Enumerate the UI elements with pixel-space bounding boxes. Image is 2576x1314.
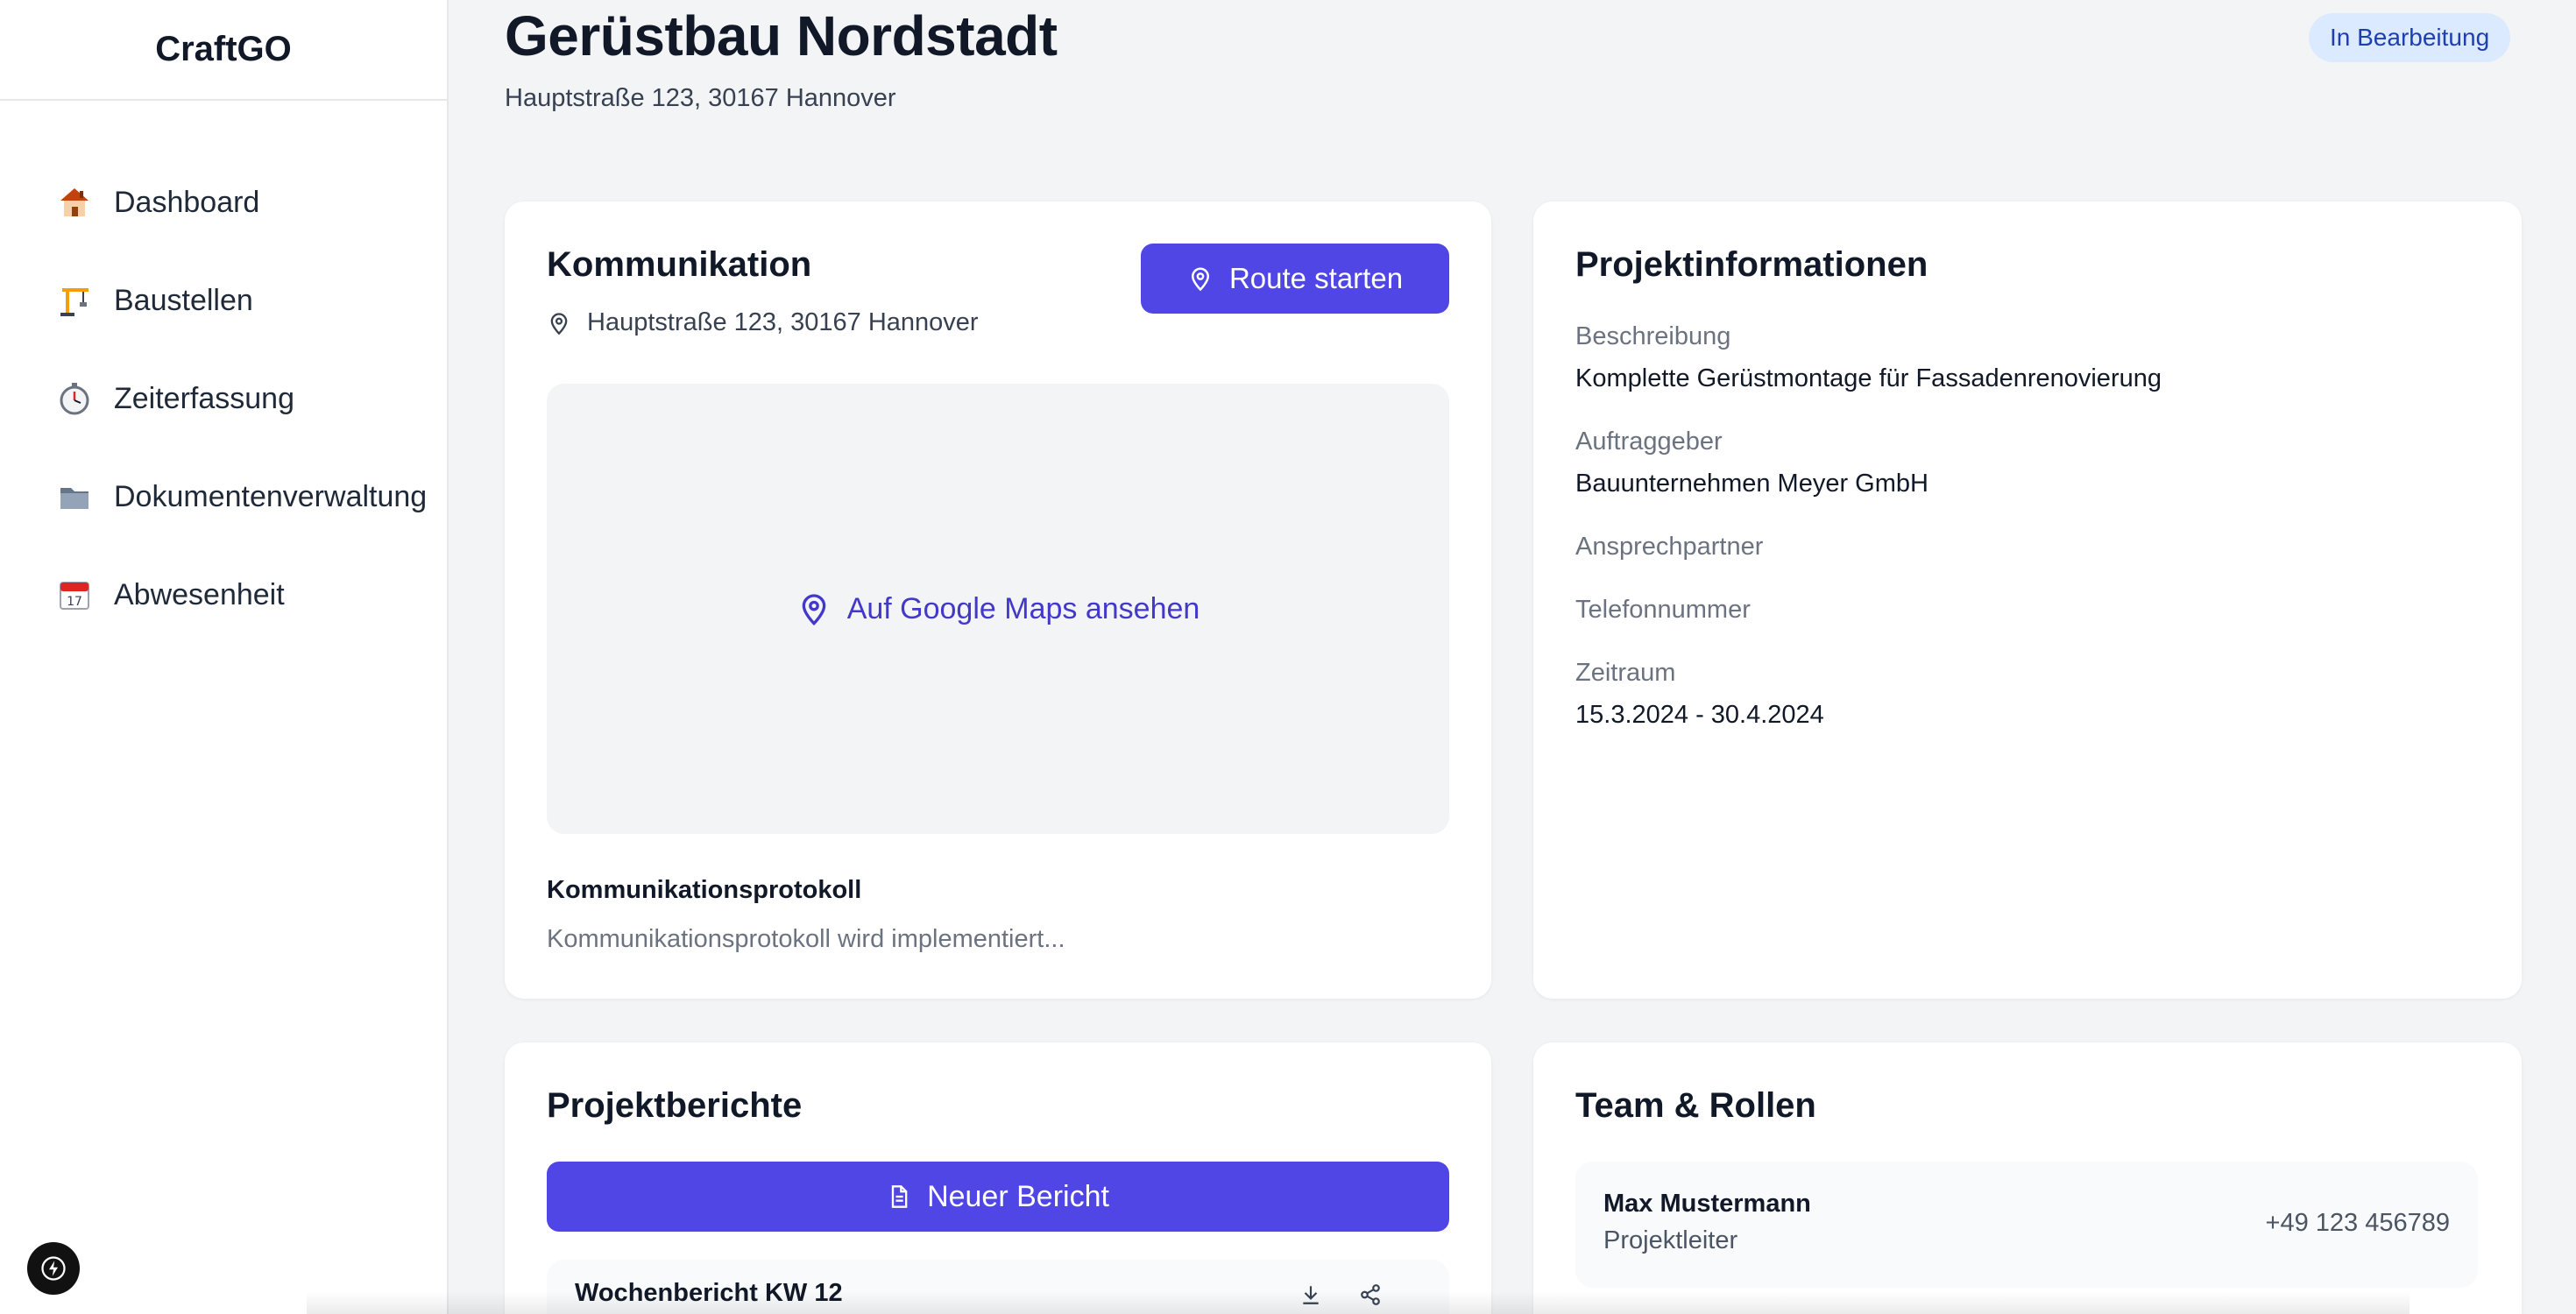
- sidebar-item-label: Abwesenheit: [114, 577, 285, 611]
- svg-text:17: 17: [67, 595, 82, 609]
- map-pin-icon: [802, 594, 826, 626]
- sidebar-item-dokumentenverwaltung[interactable]: Dokumentenverwaltung: [0, 448, 447, 546]
- lightning-icon: [41, 1256, 66, 1281]
- crane-icon: [54, 280, 95, 321]
- sidebar-item-label: Dashboard: [114, 185, 260, 219]
- sidebar-nav: Dashboard Baustellen Zeiterfassung Dokum…: [0, 101, 447, 644]
- info-value-period: 15.3.2024 - 30.4.2024: [1575, 701, 1824, 729]
- sidebar-item-label: Dokumentenverwaltung: [114, 479, 428, 513]
- page-title: Gerüstbau Nordstadt: [505, 4, 1058, 67]
- sidebar-item-abwesenheit[interactable]: 17 Abwesenheit: [0, 546, 447, 644]
- new-report-button[interactable]: Neuer Bericht: [547, 1162, 1449, 1232]
- info-label-period: Zeitraum: [1575, 659, 1676, 687]
- reports-card: Projektberichte Neuer Bericht Wochenberi…: [505, 1042, 1491, 1314]
- sidebar-item-dashboard[interactable]: Dashboard: [0, 153, 447, 251]
- calendar-icon: 17: [54, 575, 95, 615]
- info-value-description: Komplette Gerüstmontage für Fassadenreno…: [1575, 364, 2162, 392]
- member-name: Max Mustermann: [1603, 1190, 1811, 1218]
- map-pin-icon: [550, 312, 568, 335]
- project-info-card: Projektinformationen Beschreibung Komple…: [1533, 201, 2522, 999]
- card-title: Projektberichte: [547, 1086, 803, 1125]
- main-content: Gerüstbau Nordstadt Hauptstraße 123, 301…: [450, 0, 2576, 1314]
- sidebar-item-zeiterfassung[interactable]: Zeiterfassung: [0, 350, 447, 448]
- member-phone[interactable]: +49 123 456789: [2266, 1209, 2450, 1238]
- project-address: Hauptstraße 123, 30167 Hannover: [505, 84, 896, 112]
- card-title: Kommunikation: [547, 245, 812, 284]
- address-text: Hauptstraße 123, 30167 Hannover: [587, 308, 979, 336]
- info-label-description: Beschreibung: [1575, 322, 1731, 350]
- protocol-title: Kommunikationsprotokoll: [547, 876, 862, 904]
- info-label-contact: Ansprechpartner: [1575, 533, 1764, 561]
- protocol-text: Kommunikationsprotokoll wird implementie…: [547, 925, 1065, 953]
- sidebar-item-baustellen[interactable]: Baustellen: [0, 251, 447, 350]
- info-value-client: Bauunternehmen Meyer GmbH: [1575, 470, 1928, 498]
- team-card: Team & Rollen Max Mustermann Projektleit…: [1533, 1042, 2522, 1314]
- report-list-item[interactable]: Wochenbericht KW 12: [547, 1260, 1449, 1314]
- brand-logo[interactable]: CraftGO: [0, 0, 447, 101]
- communication-address: Hauptstraße 123, 30167 Hannover: [547, 308, 979, 337]
- document-icon: [891, 1185, 908, 1208]
- member-role: Projektleiter: [1603, 1226, 1738, 1254]
- team-member[interactable]: Max Mustermann Projektleiter +49 123 456…: [1575, 1162, 2478, 1288]
- sidebar: CraftGO Dashboard Baustellen Zeiterfassu…: [0, 0, 449, 1314]
- new-report-label: Neuer Bericht: [927, 1179, 1109, 1213]
- sidebar-item-label: Zeiterfassung: [114, 381, 294, 415]
- google-maps-link[interactable]: Auf Google Maps ansehen: [796, 589, 1200, 629]
- status-badge: In Bearbeitung: [2309, 13, 2511, 62]
- share-icon[interactable]: [1356, 1281, 1384, 1309]
- card-title: Team & Rollen: [1575, 1086, 1816, 1125]
- quick-action-button[interactable]: [27, 1242, 80, 1295]
- report-title: Wochenbericht KW 12: [575, 1279, 843, 1307]
- communication-card: Kommunikation Hauptstraße 123, 30167 Han…: [505, 201, 1491, 999]
- map-placeholder[interactable]: Auf Google Maps ansehen: [547, 384, 1449, 834]
- info-label-phone: Telefonnummer: [1575, 596, 1751, 624]
- route-start-button[interactable]: Route starten: [1141, 244, 1449, 314]
- sidebar-item-label: Baustellen: [114, 283, 253, 317]
- folder-icon: [54, 477, 95, 517]
- google-maps-label: Auf Google Maps ansehen: [846, 591, 1200, 625]
- card-title: Projektinformationen: [1575, 245, 1928, 284]
- download-icon[interactable]: [1297, 1281, 1325, 1309]
- info-label-client: Auftraggeber: [1575, 427, 1723, 456]
- map-pin-icon: [1191, 267, 1209, 292]
- stopwatch-icon: [54, 378, 95, 419]
- house-icon: [54, 182, 95, 223]
- route-start-label: Route starten: [1228, 262, 1404, 294]
